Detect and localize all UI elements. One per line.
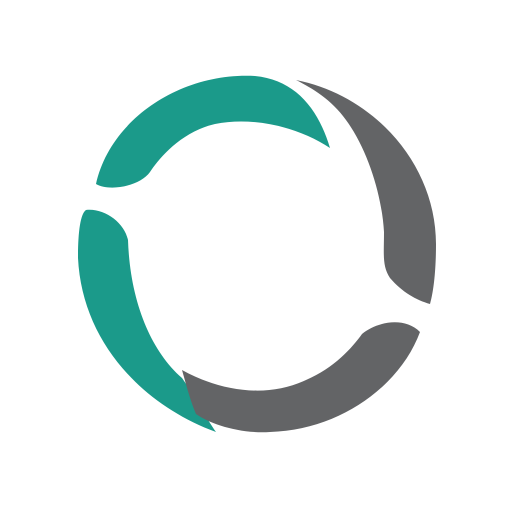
- ring-logo-icon: [78, 75, 436, 433]
- gray-right-arc: [296, 80, 436, 304]
- logo-canvas: [0, 0, 512, 512]
- teal-top-left-arc: [96, 75, 330, 188]
- gray-bottom-arc: [182, 322, 420, 433]
